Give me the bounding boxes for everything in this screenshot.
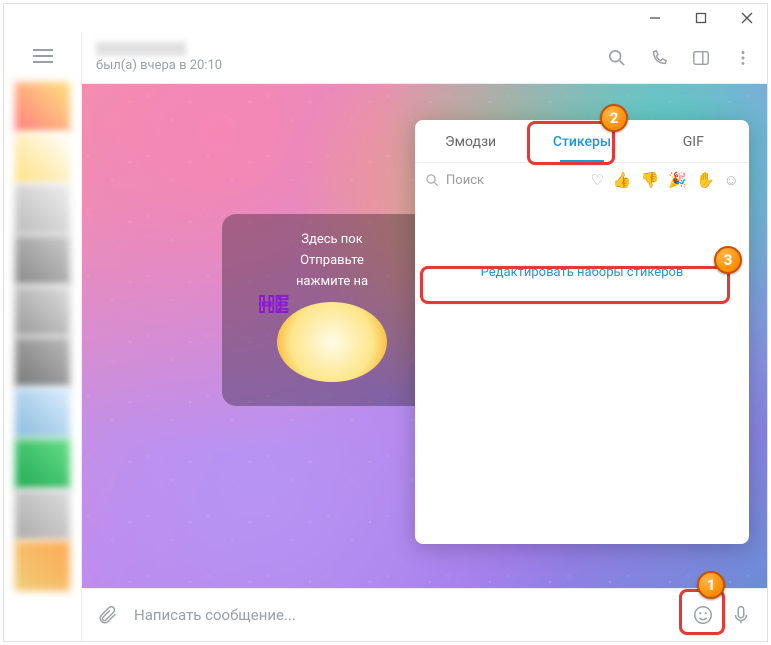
- sidebar-toggle-icon[interactable]: [691, 48, 711, 68]
- chat-header: был(а) вчера в 20:10: [82, 32, 767, 84]
- message-input-row: Написать сообщение...: [82, 588, 767, 641]
- sticker-panel: Эмодзи Стикеры GIF Поиск ♡ 👍 👎: [415, 120, 749, 544]
- party-icon[interactable]: 🎉: [668, 171, 687, 189]
- titlebar: [4, 4, 767, 32]
- chat-main: был(а) вчера в 20:10: [82, 32, 767, 641]
- app-window: был(а) вчера в 20:10: [3, 3, 768, 642]
- greeting-sticker[interactable]: HE: [277, 302, 387, 382]
- chat-list-item[interactable]: [15, 82, 70, 132]
- contact-name[interactable]: [96, 42, 186, 56]
- sticker-text: HE: [259, 288, 289, 323]
- chat-list-item[interactable]: [15, 337, 70, 387]
- sticker-panel-tabs: Эмодзи Стикеры GIF: [415, 120, 749, 163]
- tab-stickers[interactable]: Стикеры: [526, 120, 637, 162]
- message-input[interactable]: Написать сообщение...: [134, 606, 677, 624]
- empty-chat-line: Здесь пок: [236, 230, 428, 251]
- chat-list-item[interactable]: [15, 541, 70, 591]
- sticker-search-input[interactable]: Поиск: [425, 173, 582, 188]
- emoji-button[interactable]: [691, 603, 715, 627]
- chat-list-item[interactable]: [15, 490, 70, 540]
- empty-chat-card: Здесь пок Отправьте нажмите на HE: [222, 214, 442, 406]
- chat-list-item[interactable]: [15, 133, 70, 183]
- edit-sticker-sets-link[interactable]: Редактировать наборы стикеров: [481, 265, 684, 280]
- sticker-category-bar: ♡ 👍 👎 🎉 ✋ ☺: [590, 171, 739, 189]
- chat-list-sidebar: [4, 32, 82, 641]
- chat-list-item[interactable]: [15, 286, 70, 336]
- heart-icon[interactable]: ♡: [590, 171, 603, 189]
- window-maximize-button[interactable]: [687, 4, 715, 32]
- window-minimize-button[interactable]: [641, 4, 669, 32]
- chat-list-item[interactable]: [15, 235, 70, 285]
- search-icon[interactable]: [607, 48, 627, 68]
- menu-button[interactable]: [23, 36, 63, 76]
- tab-gif[interactable]: GIF: [638, 120, 749, 162]
- microphone-icon[interactable]: [729, 603, 753, 627]
- chat-background: Здесь пок Отправьте нажмите на HE Эмодзи…: [82, 84, 767, 588]
- attach-icon[interactable]: [96, 603, 120, 627]
- chat-list-item[interactable]: [15, 184, 70, 234]
- window-close-button[interactable]: [733, 4, 761, 32]
- thumbs-up-icon[interactable]: 👍: [613, 171, 632, 189]
- smile-icon[interactable]: ☺: [724, 171, 739, 189]
- wave-icon[interactable]: ✋: [696, 171, 715, 189]
- more-icon[interactable]: [733, 48, 753, 68]
- tab-emoji[interactable]: Эмодзи: [415, 120, 526, 162]
- sticker-search-placeholder: Поиск: [446, 173, 484, 188]
- chat-list-item[interactable]: [15, 388, 70, 438]
- thumbs-down-icon[interactable]: 👎: [641, 171, 660, 189]
- call-icon[interactable]: [649, 48, 669, 68]
- chat-list-item[interactable]: [15, 439, 70, 489]
- last-seen-label: был(а) вчера в 20:10: [96, 58, 607, 73]
- empty-chat-line: Отправьте: [236, 251, 428, 272]
